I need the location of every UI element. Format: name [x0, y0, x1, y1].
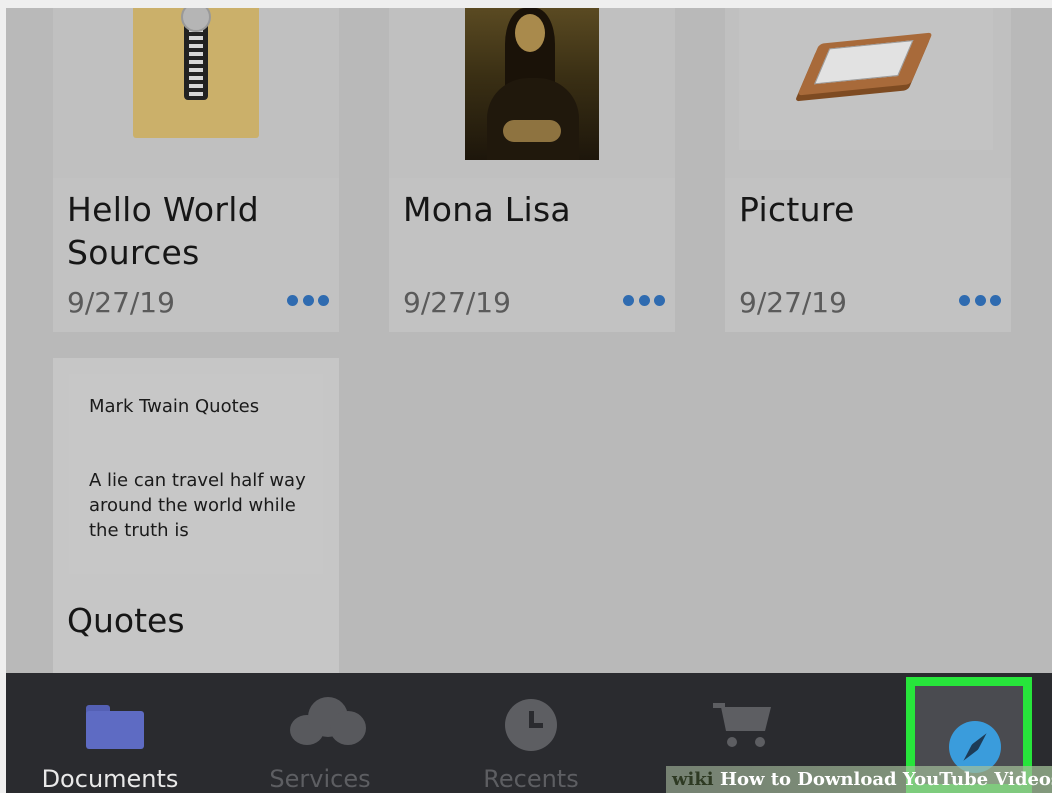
tab-recents[interactable]: Recents — [431, 673, 631, 793]
document-title: Picture — [739, 190, 855, 229]
folder-icon — [86, 705, 144, 749]
note-body: A lie can travel half way around the wor… — [89, 470, 306, 541]
document-date: 9/27/19 — [739, 286, 847, 319]
more-options-icon[interactable] — [623, 290, 665, 310]
document-thumbnail — [725, 8, 1011, 178]
note-title: Mark Twain Quotes — [89, 396, 260, 417]
zip-archive-icon — [133, 8, 259, 138]
document-title: Quotes — [67, 601, 185, 640]
more-options-icon[interactable] — [287, 290, 329, 310]
document-date: 9/27/19 — [403, 286, 511, 319]
cloud-icon — [290, 697, 366, 745]
tab-label: Services — [269, 765, 371, 793]
tab-label: Documents — [41, 765, 179, 793]
cart-icon — [713, 699, 775, 749]
watermark-text: How to Download YouTube Videos — [719, 769, 1052, 790]
mona-lisa-image — [465, 8, 599, 160]
tab-documents[interactable]: Documents — [10, 673, 210, 793]
document-card[interactable]: Picture 9/27/19 — [725, 8, 1011, 332]
tab-services[interactable]: Services — [220, 673, 420, 793]
clock-icon — [505, 699, 557, 751]
document-card[interactable]: Mona Lisa 9/27/19 — [389, 8, 675, 332]
document-card[interactable]: Mark Twain Quotes A lie can travel half … — [53, 358, 339, 698]
document-thumbnail — [389, 8, 675, 178]
more-options-icon[interactable] — [959, 290, 1001, 310]
watermark-brand: wiki — [672, 769, 714, 790]
document-title: Mona Lisa — [403, 190, 571, 229]
document-tray-icon — [797, 32, 933, 96]
wikihow-watermark: wiki How to Download YouTube Videos — [666, 766, 1052, 793]
document-title: Hello World Sources — [67, 190, 260, 272]
document-thumbnail — [53, 8, 339, 178]
document-date: 9/27/19 — [67, 286, 175, 319]
tab-label: Recents — [483, 765, 579, 793]
document-card[interactable]: Hello World Sources 9/27/19 — [53, 8, 339, 332]
text-note-preview: Mark Twain Quotes A lie can travel half … — [69, 374, 323, 574]
